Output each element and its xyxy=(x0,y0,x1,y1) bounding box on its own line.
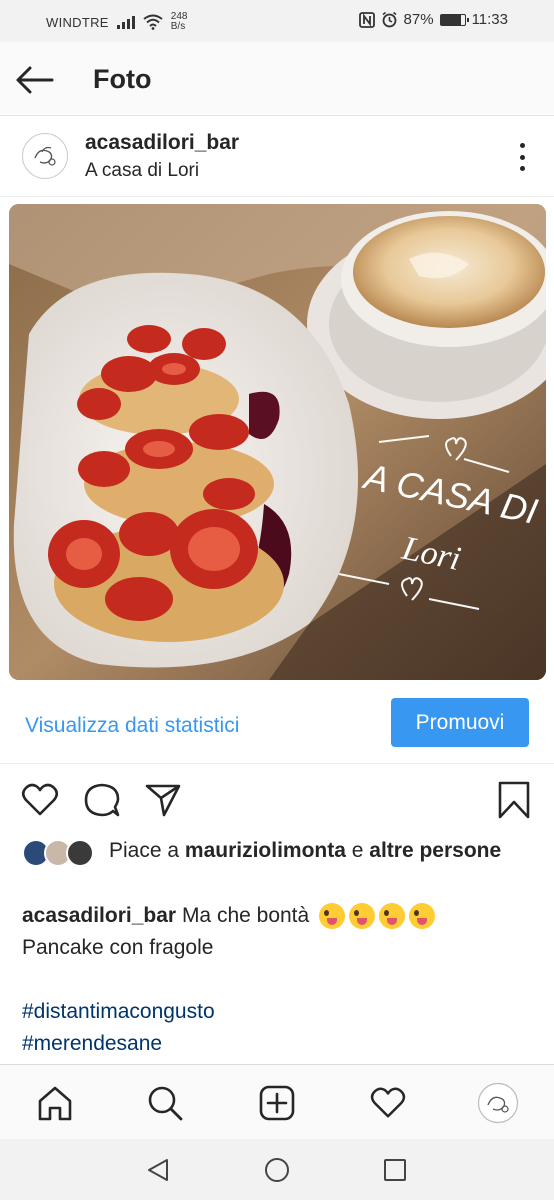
comment-icon xyxy=(84,783,120,817)
brand-logo-icon xyxy=(26,137,64,175)
clock: 11:33 xyxy=(471,11,508,28)
likes-conjunction: e xyxy=(345,839,370,862)
liker-username[interactable]: mauriziolimonta xyxy=(185,839,346,862)
insights-row: Visualizza dati statistici Promuovi xyxy=(0,690,554,764)
more-dot-icon xyxy=(519,143,525,148)
triangle-back-icon xyxy=(148,1159,168,1181)
signal-icon xyxy=(116,15,135,29)
status-bar: WINDTRE 248 B/s 87% 11:33 xyxy=(0,0,554,42)
carrier-name: WINDTRE xyxy=(46,14,109,30)
alarm-icon xyxy=(382,11,397,28)
system-home-button[interactable] xyxy=(262,1155,292,1185)
share-button[interactable] xyxy=(143,780,183,820)
profile-avatar-icon xyxy=(477,1082,519,1124)
like-button[interactable] xyxy=(20,780,60,820)
post-photo-image: A CASA DI Lori xyxy=(9,204,546,680)
arrow-left-icon xyxy=(16,66,54,94)
status-right: 87% 11:33 xyxy=(358,11,508,28)
more-dot-icon xyxy=(519,154,525,160)
back-button[interactable] xyxy=(14,60,56,100)
more-dot-icon xyxy=(519,166,525,171)
battery-icon xyxy=(439,13,469,26)
nav-profile[interactable] xyxy=(476,1081,520,1125)
more-options-button[interactable] xyxy=(512,141,532,173)
post-header: acasadilori_bar A casa di Lori xyxy=(0,117,554,197)
battery-percent: 87% xyxy=(403,11,434,28)
post-caption: acasadilori_bar Ma che bontà Pancake con… xyxy=(22,900,542,1060)
network-speed-unit: B/s xyxy=(170,21,186,32)
system-nav-bar xyxy=(0,1139,554,1200)
send-icon xyxy=(145,784,181,817)
save-button[interactable] xyxy=(494,780,534,820)
avatar xyxy=(66,839,94,867)
likes-others[interactable]: altre persone xyxy=(369,839,501,862)
wifi-icon xyxy=(143,14,163,30)
caption-line1: acasadilori_bar Ma che bontà xyxy=(22,900,542,932)
nav-home[interactable] xyxy=(33,1081,77,1125)
caption-text: Ma che bontà xyxy=(181,904,310,927)
hashtag-link[interactable]: #distantimacongusto xyxy=(22,996,542,1028)
add-post-icon xyxy=(259,1085,295,1121)
avatar[interactable] xyxy=(22,133,68,179)
post-location[interactable]: A casa di Lori xyxy=(85,160,199,182)
nav-search[interactable] xyxy=(143,1081,187,1125)
search-icon xyxy=(148,1086,183,1121)
network-speed: 248 B/s xyxy=(171,12,188,32)
status-left: WINDTRE 248 B/s xyxy=(46,12,187,32)
likes-prefix: Piace a xyxy=(109,839,185,862)
zany-face-emoji-icon xyxy=(379,903,406,930)
page-title: Foto xyxy=(93,64,152,94)
heart-icon xyxy=(21,783,59,816)
promote-button[interactable]: Promuovi xyxy=(391,698,529,747)
liker-avatars xyxy=(22,839,102,867)
nav-new-post[interactable] xyxy=(255,1081,299,1125)
home-icon xyxy=(38,1086,72,1121)
comment-button[interactable] xyxy=(82,780,122,820)
zany-face-emoji-icon xyxy=(319,903,346,930)
hashtag-link[interactable]: #merendesane xyxy=(22,1028,542,1060)
post-actions xyxy=(0,776,554,824)
system-recents-button[interactable] xyxy=(380,1155,410,1185)
app-header: Foto xyxy=(0,42,554,116)
zany-face-emoji-icon xyxy=(349,903,376,930)
caption-username[interactable]: acasadilori_bar xyxy=(22,904,176,927)
nav-activity[interactable] xyxy=(366,1081,410,1125)
heart-icon xyxy=(370,1087,406,1118)
caption-line2: Pancake con fragole xyxy=(22,936,214,959)
bookmark-icon xyxy=(498,781,530,819)
zany-face-emoji-icon xyxy=(409,903,436,930)
caption-emojis xyxy=(319,903,436,930)
post-photo[interactable]: A CASA DI Lori xyxy=(9,204,546,680)
view-insights-link[interactable]: Visualizza dati statistici xyxy=(25,714,239,738)
nfc-icon xyxy=(358,11,375,28)
caption-hashtags: #distantimacongusto #merendesane xyxy=(22,996,542,1060)
square-recents-icon xyxy=(384,1159,406,1181)
likes-text: Piace a mauriziolimonta e altre persone xyxy=(109,836,549,866)
post-username[interactable]: acasadilori_bar xyxy=(85,131,239,155)
circle-home-icon xyxy=(265,1158,289,1182)
bottom-nav xyxy=(0,1064,554,1139)
system-back-button[interactable] xyxy=(143,1155,173,1185)
